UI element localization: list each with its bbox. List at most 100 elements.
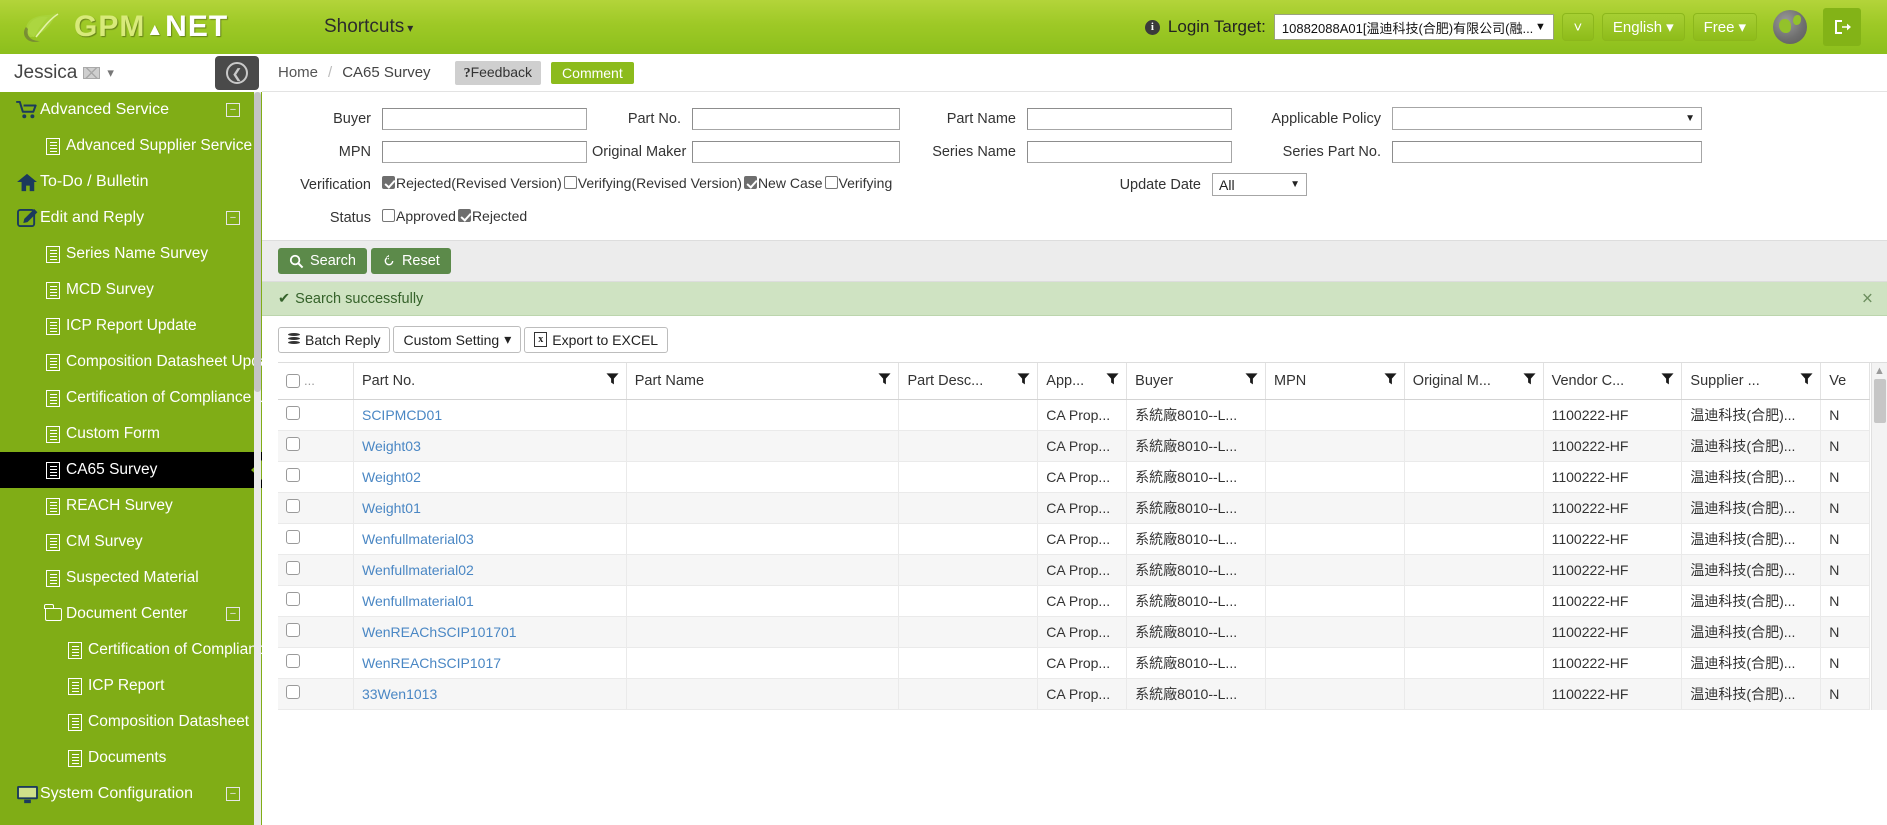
part-no-link[interactable]: SCIPMCD01 [362,407,442,423]
column-header-mpn[interactable]: MPN [1265,363,1405,400]
checkbox-verifying[interactable]: Verifying [824,175,892,191]
part-no-link[interactable]: Weight03 [362,438,421,454]
column-header-part_name[interactable]: Part Name [626,363,900,400]
checkbox-rejected[interactable]: Rejected [457,208,527,224]
table-row[interactable]: Wenfullmaterial03 CA Prop... 系統廠8010--L...… [278,523,1870,555]
applicable-policy-select[interactable]: ▼ [1392,107,1702,130]
sidebar-item-toggle-icon[interactable]: − [226,103,240,117]
mpn-input[interactable] [382,140,587,163]
row-checkbox[interactable] [286,406,300,420]
column-header-vendor_c[interactable]: Vendor C... [1543,363,1683,400]
cell-check[interactable] [278,399,354,431]
checkbox-box[interactable] [563,176,577,190]
cell-part_no[interactable]: WenREAChSCIP1017 [353,647,627,679]
export-excel-button[interactable]: x Export to EXCEL [524,326,669,353]
checkbox-approved[interactable]: Approved [382,208,456,224]
info-icon[interactable]: i [1144,19,1160,35]
sidebar-scrollbar-thumb[interactable] [254,92,261,392]
row-checkbox[interactable] [286,592,300,606]
part-no-link[interactable]: Wenfullmaterial03 [362,531,474,547]
table-scrollbar-thumb[interactable] [1874,379,1886,423]
language-selector[interactable]: English ▾ [1601,13,1685,41]
table-row[interactable]: Weight03 CA Prop... 系統廠8010--L... 1100222-H… [278,430,1870,462]
original-maker-input[interactable] [692,140,900,163]
part-no-link[interactable]: Wenfullmaterial02 [362,562,474,578]
table-row[interactable]: WenREAChSCIP101701 CA Prop... 系統廠8010--L..… [278,616,1870,648]
sidebar-item-series-name-survey[interactable]: Series Name Survey [0,236,262,272]
column-header-app[interactable]: App... [1037,363,1128,400]
part-no-link[interactable]: WenREAChSCIP101701 [362,624,517,640]
sidebar-item-composition-datasheet-update[interactable]: Composition Datasheet Update [0,344,262,380]
scroll-up-arrow-icon[interactable]: ▲ [1874,365,1885,377]
sidebar-item-advanced-supplier-service[interactable]: Advanced Supplier Service [0,128,262,164]
part-no-link[interactable]: Weight02 [362,469,421,485]
row-checkbox[interactable] [286,623,300,637]
sidebar-collapse-button[interactable]: ❮ [215,56,259,90]
sidebar-item-certification-of-compliance[interactable]: Certification of Compliance [0,632,262,668]
part-no-input[interactable] [692,107,900,130]
cell-check[interactable] [278,523,354,555]
sidebar-item-system-configuration[interactable]: System Configuration − [0,776,262,812]
breadcrumb-home[interactable]: Home [278,64,318,81]
cell-check[interactable] [278,678,354,710]
cell-check[interactable] [278,616,354,648]
cell-part_no[interactable]: Weight02 [353,461,627,493]
update-date-select[interactable]: All ▼ [1212,173,1307,196]
column-filter-icon[interactable] [1017,372,1030,389]
cell-part_no[interactable]: Weight03 [353,430,627,462]
sidebar-item-advanced-service[interactable]: Advanced Service − [0,92,262,128]
sidebar-item-composition-datasheet[interactable]: Composition Datasheet [0,704,262,740]
feedback-button[interactable]: ?Feedback [454,60,542,85]
cell-check[interactable] [278,492,354,524]
row-checkbox[interactable] [286,561,300,575]
row-checkbox[interactable] [286,437,300,451]
column-header-check[interactable]: ... [278,363,354,400]
sidebar-item-suspected-material[interactable]: Suspected Material [0,560,262,596]
checkbox-verifying-revised-version[interactable]: Verifying(Revised Version) [563,175,742,191]
sidebar-item-certification-of-compliance-upd[interactable]: Certification of Compliance Upd [0,380,262,416]
cell-check[interactable] [278,585,354,617]
cell-check[interactable] [278,461,354,493]
column-filter-icon[interactable] [1245,372,1258,389]
checkbox-new-case[interactable]: New Case [743,175,823,191]
app-logo[interactable]: GPM ▲ NET [0,0,260,54]
search-button[interactable]: Search [278,248,367,274]
column-header-supplier[interactable]: Supplier ... [1681,363,1822,400]
column-header-orig_m[interactable]: Original M... [1404,363,1544,400]
sidebar-item-toggle-icon[interactable]: − [226,787,240,801]
batch-reply-button[interactable]: Batch Reply [278,326,391,353]
shortcuts-menu[interactable]: Shortcuts ▾ [324,16,413,38]
table-row[interactable]: Weight02 CA Prop... 系統廠8010--L... 1100222-H… [278,461,1870,493]
table-scrollbar[interactable]: ▲ [1871,363,1887,710]
sidebar-item-custom-form[interactable]: Custom Form [0,416,262,452]
sidebar-item-icp-report[interactable]: ICP Report [0,668,262,704]
series-part-no-input[interactable] [1392,140,1702,163]
sidebar-item-documents[interactable]: Documents [0,740,262,776]
table-row[interactable]: Weight01 CA Prop... 系統廠8010--L... 1100222-H… [278,492,1870,524]
sidebar-item-cm-survey[interactable]: CM Survey [0,524,262,560]
column-header-buyer[interactable]: Buyer [1126,363,1266,400]
globe-icon[interactable] [1773,10,1807,44]
row-checkbox[interactable] [286,685,300,699]
row-checkbox[interactable] [286,499,300,513]
plan-selector[interactable]: Free ▾ [1692,13,1757,41]
column-filter-icon[interactable] [606,372,619,389]
sidebar-item-ca65-survey[interactable]: CA65 Survey [0,452,262,488]
sidebar-item-edit-and-reply[interactable]: Edit and Reply − [0,200,262,236]
table-row[interactable]: 33Wen1013 CA Prop... 系統廠8010--L... 1100222-… [278,678,1870,710]
cell-part_no[interactable]: WenREAChSCIP101701 [353,616,627,648]
sidebar-item-reach-survey[interactable]: REACH Survey [0,488,262,524]
select-all-checkbox[interactable] [286,373,300,388]
part-name-input[interactable] [1027,107,1232,130]
sidebar-item-mcd-survey[interactable]: MCD Survey [0,272,262,308]
column-filter-icon[interactable] [1384,372,1397,389]
checkbox-box[interactable] [382,176,395,190]
sidebar-item-to-do-bulletin[interactable]: To-Do / Bulletin [0,164,262,200]
chevron-down-icon[interactable]: ▾ [107,65,114,81]
cell-part_no[interactable]: Wenfullmaterial01 [353,585,627,617]
column-filter-icon[interactable] [1523,372,1536,389]
checkbox-box[interactable] [824,176,838,190]
column-header-part_no[interactable]: Part No. [353,363,627,400]
sidebar-item-document-center[interactable]: Document Center − [0,596,262,632]
buyer-input[interactable] [382,107,587,130]
